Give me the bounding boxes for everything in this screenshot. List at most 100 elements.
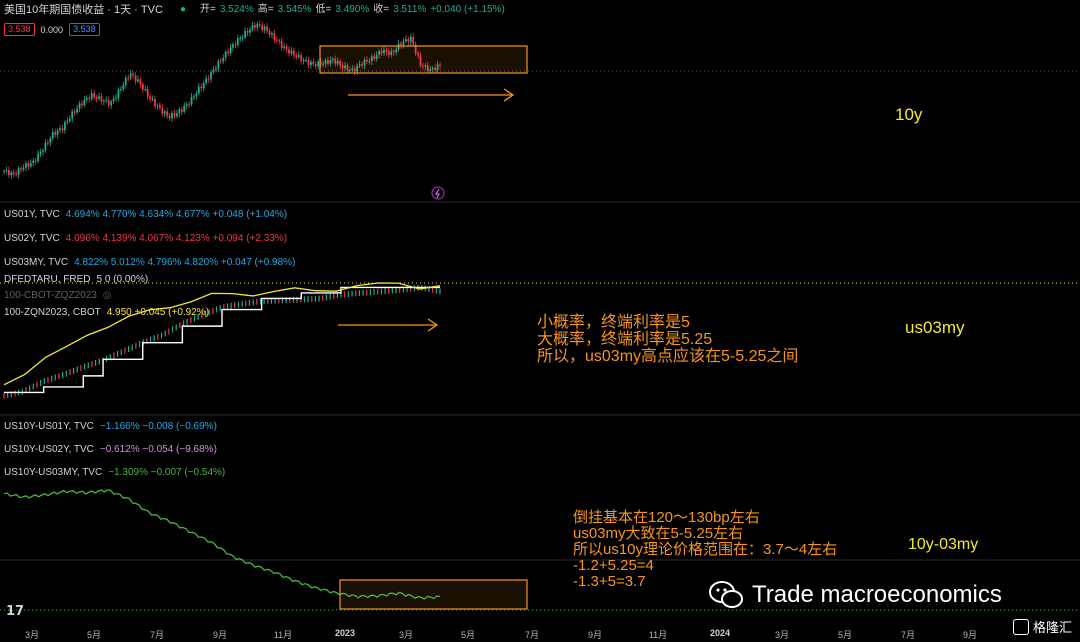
legend-spread-02y[interactable]: US10Y-US02Y, TVC −0.612% −0.054 (−9.68%) xyxy=(4,444,217,456)
candle-body xyxy=(115,97,117,99)
candle-body xyxy=(93,93,96,98)
hidden-eye-icon: ◎ xyxy=(102,290,112,301)
candle-body xyxy=(98,96,100,99)
low-label: 低= xyxy=(315,4,332,15)
time-tick: 5月 xyxy=(86,630,102,640)
bid-ask-row: 3.538 0.000 3.538 xyxy=(4,23,100,36)
candle-body xyxy=(227,51,229,54)
buy-price-button[interactable]: 3.538 xyxy=(69,23,100,36)
candle-body xyxy=(285,46,288,50)
candle-body xyxy=(46,142,49,144)
candle-body xyxy=(5,170,8,172)
range-box xyxy=(339,579,528,610)
candle-body xyxy=(176,113,178,117)
candle-body xyxy=(275,39,278,41)
candle-body xyxy=(197,86,200,94)
candle-body xyxy=(49,138,52,143)
candle-body xyxy=(73,111,76,113)
candle-body xyxy=(183,105,186,112)
spread-value: 0.000 xyxy=(40,24,64,35)
candle-body xyxy=(404,39,407,42)
low-value: 3.490% xyxy=(335,4,370,15)
candle-body xyxy=(68,118,71,121)
candle-body xyxy=(314,64,317,67)
legend-us03my[interactable]: US03MY, TVC 4.822% 5.012% 4.796% 4.820% +… xyxy=(4,257,295,269)
legend-cbot-zqz[interactable]: 100-CBOT-ZQZ2023 ◎ xyxy=(4,290,112,302)
open-value: 3.524% xyxy=(219,4,254,15)
candle-body xyxy=(305,60,307,62)
candle-body xyxy=(44,142,47,151)
candle-body xyxy=(268,31,271,35)
legend-spread-03my[interactable]: US10Y-US03MY, TVC −1.309% −0.007 (−0.54%) xyxy=(4,467,225,479)
time-tick: 5月 xyxy=(460,630,476,640)
candle-body xyxy=(37,153,40,162)
candle-body xyxy=(266,26,268,32)
candle-body xyxy=(246,30,249,33)
bottom-text-line: -1.2+5.25=4 xyxy=(573,557,654,574)
mid-text-line: 所以，us03my高点应该在5-5.25之间 xyxy=(537,348,799,365)
candle-body xyxy=(239,38,242,40)
candle-body xyxy=(29,163,32,167)
legend-us01y[interactable]: US01Y, TVC 4.694% 4.770% 4.634% 4.677% +0… xyxy=(4,209,287,221)
candle-body xyxy=(10,172,13,176)
candle-body xyxy=(76,108,78,113)
ohlc-readout: 开= 3.524% 高= 3.545% 低= 3.490% 收= 3.511% +0.0… xyxy=(200,4,505,16)
candle-body xyxy=(105,100,108,102)
candle-body xyxy=(51,131,54,139)
candle-body xyxy=(129,73,132,79)
candle-body xyxy=(120,89,122,91)
candle-body xyxy=(236,38,239,46)
candle-body xyxy=(400,43,402,46)
candle-body xyxy=(134,74,137,82)
candle-body xyxy=(409,36,412,42)
candle-body xyxy=(88,98,91,100)
candle-body xyxy=(158,105,161,108)
change-value: +0.040 (+1.15%) xyxy=(430,4,505,15)
candle-body xyxy=(173,113,176,117)
time-tick: 11月 xyxy=(273,630,293,640)
candle-body xyxy=(215,68,217,70)
candle-body xyxy=(200,86,203,89)
candle-body xyxy=(63,122,66,131)
label-10y: 10y xyxy=(895,105,923,124)
close-value: 3.511% xyxy=(393,4,427,15)
chart-title: 美国10年期国债收益 · 1天 · TVC xyxy=(4,4,163,16)
legend-spread-01y[interactable]: US10Y-US01Y, TVC −1.166% −0.008 (−0.69%) xyxy=(4,421,217,433)
sell-price-button[interactable]: 3.538 xyxy=(4,23,35,36)
candle-body xyxy=(271,33,273,35)
candle-body xyxy=(132,73,134,75)
candle-body xyxy=(32,160,35,164)
candle-body xyxy=(412,36,415,45)
candle-body xyxy=(95,97,98,99)
candle-body xyxy=(190,96,193,105)
legend-dfedtaru[interactable]: DFEDTARU, FRED 5 0 (0.00%) xyxy=(4,274,148,286)
candle-body xyxy=(297,55,300,57)
candle-body xyxy=(56,130,59,135)
candle-body xyxy=(283,46,286,48)
candle-body xyxy=(102,100,105,102)
candle-body xyxy=(141,84,144,90)
candle-body xyxy=(54,131,57,135)
dfedtaru-line xyxy=(4,286,440,394)
brand-icon xyxy=(1012,618,1029,635)
time-tick: 2023 xyxy=(334,628,356,638)
candle-body xyxy=(127,77,130,79)
lightning-icon xyxy=(435,188,440,199)
time-tick: 9月 xyxy=(587,630,603,640)
candle-body xyxy=(12,172,15,175)
label-us03my: us03my xyxy=(905,318,965,337)
candle-body xyxy=(25,163,27,168)
candle-body xyxy=(202,82,205,89)
candle-body xyxy=(261,25,264,30)
watermark: Trade macroeconomics xyxy=(708,580,1002,610)
time-tick: 9月 xyxy=(212,630,228,640)
legend-zqn[interactable]: 100-ZQN2023, CBOT 4.950 +0.045 (+0.92%) xyxy=(4,307,209,319)
candle-body xyxy=(188,104,191,106)
high-value: 3.545% xyxy=(277,4,312,15)
candle-body xyxy=(234,44,237,46)
candle-body xyxy=(3,171,5,172)
candle-body xyxy=(34,160,37,162)
lightning-icon xyxy=(431,186,445,200)
legend-us02y[interactable]: US02Y, TVC 4.096% 4.139% 4.067% 4.123% +0… xyxy=(4,233,287,245)
candle-body xyxy=(78,103,81,109)
